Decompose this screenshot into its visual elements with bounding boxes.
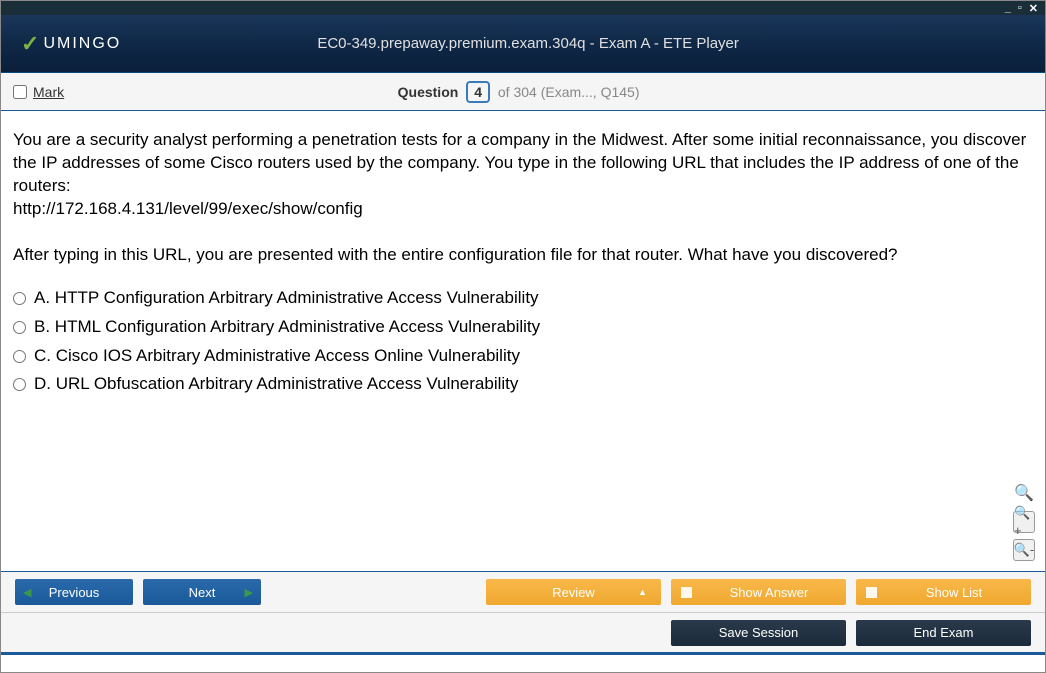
end-exam-button[interactable]: End Exam <box>856 620 1031 646</box>
search-icon[interactable]: 🔍 <box>1014 483 1034 505</box>
mark-label[interactable]: Mark <box>33 84 64 100</box>
option-b[interactable]: B. HTML Configuration Arbitrary Administ… <box>13 316 1033 339</box>
chevron-left-icon: ◀ <box>23 586 31 599</box>
option-d-letter: D. <box>34 374 51 393</box>
question-word: Question <box>398 84 459 100</box>
show-answer-checkbox[interactable] <box>681 587 692 598</box>
question-paragraph-1: You are a security analyst performing a … <box>13 129 1033 198</box>
zoom-out-button[interactable]: 🔍- <box>1013 539 1035 561</box>
option-b-letter: B. <box>34 317 50 336</box>
show-list-label: Show List <box>887 585 1031 600</box>
answer-options: A. HTTP Configuration Arbitrary Administ… <box>13 287 1033 397</box>
question-number[interactable]: 4 <box>466 81 490 103</box>
mark-wrap: Mark <box>13 84 64 100</box>
show-answer-label: Show Answer <box>702 585 846 600</box>
close-button[interactable]: ✕ <box>1029 2 1039 15</box>
question-paragraph-2: After typing in this URL, you are presen… <box>13 244 1033 267</box>
mark-checkbox[interactable] <box>13 85 27 99</box>
next-label: Next <box>189 585 216 600</box>
option-c-text: Cisco IOS Arbitrary Administrative Acces… <box>56 346 520 365</box>
option-b-radio[interactable] <box>13 321 26 334</box>
triangle-up-icon: ▲ <box>638 587 647 597</box>
question-info-bar: Mark Question 4 of 304 (Exam..., Q145) <box>1 73 1045 111</box>
logo-check-icon: ✓ <box>21 31 41 57</box>
review-button[interactable]: Review ▲ <box>486 579 661 605</box>
question-counter: Question 4 of 304 (Exam..., Q145) <box>64 81 973 103</box>
option-a-letter: A. <box>34 288 50 307</box>
app-header: ✓ UMINGO EC0-349.prepaway.premium.exam.3… <box>1 15 1045 73</box>
zoom-in-button[interactable]: 🔍+ <box>1013 511 1035 533</box>
question-total: of 304 (Exam..., Q145) <box>498 84 640 100</box>
previous-label: Previous <box>49 585 100 600</box>
option-c[interactable]: C. Cisco IOS Arbitrary Administrative Ac… <box>13 345 1033 368</box>
option-d-text: URL Obfuscation Arbitrary Administrative… <box>56 374 519 393</box>
question-text: You are a security analyst performing a … <box>13 129 1033 267</box>
question-url: http://172.168.4.131/level/99/exec/show/… <box>13 198 1033 221</box>
app-title: EC0-349.prepaway.premium.exam.304q - Exa… <box>121 35 935 52</box>
logo-text: UMINGO <box>43 35 121 53</box>
minimize-button[interactable]: _ <box>1005 2 1012 14</box>
option-a-text: HTTP Configuration Arbitrary Administrat… <box>55 288 539 307</box>
bottom-bar: Save Session End Exam <box>1 613 1045 655</box>
option-d[interactable]: D. URL Obfuscation Arbitrary Administrat… <box>13 373 1033 396</box>
maximize-button[interactable]: ▫ <box>1018 2 1023 14</box>
option-a-radio[interactable] <box>13 292 26 305</box>
next-button[interactable]: Next ▶ <box>143 579 261 605</box>
zoom-tools: 🔍 🔍+ 🔍- <box>1013 483 1035 561</box>
show-list-checkbox[interactable] <box>866 587 877 598</box>
nav-toolbar: ◀ Previous Next ▶ Review ▲ Show Answer S… <box>1 571 1045 613</box>
question-content: You are a security analyst performing a … <box>1 111 1045 571</box>
save-session-button[interactable]: Save Session <box>671 620 846 646</box>
option-c-letter: C. <box>34 346 51 365</box>
window-title-bar: _ ▫ ✕ <box>1 1 1045 15</box>
chevron-right-icon: ▶ <box>245 586 253 599</box>
show-answer-button[interactable]: Show Answer <box>671 579 846 605</box>
review-label: Review <box>552 585 595 600</box>
option-c-radio[interactable] <box>13 350 26 363</box>
previous-button[interactable]: ◀ Previous <box>15 579 133 605</box>
option-b-text: HTML Configuration Arbitrary Administrat… <box>55 317 540 336</box>
logo: ✓ UMINGO <box>21 31 121 57</box>
option-a[interactable]: A. HTTP Configuration Arbitrary Administ… <box>13 287 1033 310</box>
option-d-radio[interactable] <box>13 378 26 391</box>
show-list-button[interactable]: Show List <box>856 579 1031 605</box>
